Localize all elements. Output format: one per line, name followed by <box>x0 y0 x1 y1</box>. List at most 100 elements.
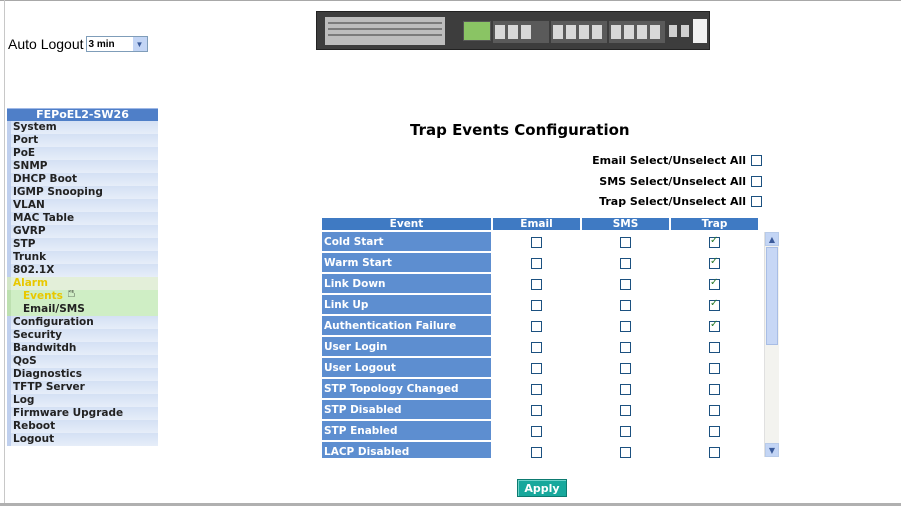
email-checkbox[interactable] <box>531 258 542 269</box>
email-select-all-checkbox[interactable] <box>751 154 762 166</box>
sidebar-item-trunk[interactable]: Trunk <box>7 251 158 264</box>
sidebar-item-mac-table[interactable]: MAC Table <box>7 212 158 225</box>
sidebar-item-reboot[interactable]: Reboot <box>7 420 158 433</box>
apply-button[interactable]: Apply <box>517 479 567 497</box>
sms-checkbox[interactable] <box>620 321 631 332</box>
auto-logout: Auto Logout 3 min ▼ <box>8 36 148 52</box>
email-checkbox[interactable] <box>531 300 542 311</box>
sidebar-item-alarm[interactable]: Alarm <box>7 277 158 290</box>
sidebar-subitem-events[interactable]: Events ☝ <box>7 290 158 303</box>
sidebar-item-gvrp[interactable]: GVRP <box>7 225 158 238</box>
sms-checkbox[interactable] <box>620 426 631 437</box>
switch-label-plate <box>325 17 445 45</box>
sms-checkbox[interactable] <box>620 279 631 290</box>
sidebar-item-tftp-server[interactable]: TFTP Server <box>7 381 158 394</box>
sidebar-item-dhcp-boot[interactable]: DHCP Boot <box>7 173 158 186</box>
event-name-cell: Link Up <box>322 295 491 314</box>
switch-port-group <box>551 21 607 43</box>
scrollbar-thumb[interactable] <box>766 247 778 345</box>
email-checkbox[interactable] <box>531 426 542 437</box>
sidebar-item-configuration[interactable]: Configuration <box>7 316 158 329</box>
trap-checkbox[interactable] <box>709 298 720 311</box>
email-cell <box>493 400 580 419</box>
sidebar-item-logout[interactable]: Logout <box>7 433 158 446</box>
table-row: STP Topology Changed <box>322 379 758 398</box>
email-checkbox[interactable] <box>531 237 542 248</box>
sidebar-item-firmware-upgrade[interactable]: Firmware Upgrade <box>7 407 158 420</box>
table-row: LACP Disabled <box>322 442 758 458</box>
switch-front-panel-image <box>316 11 710 50</box>
auto-logout-select[interactable]: 3 min ▼ <box>85 36 148 52</box>
trap-checkbox[interactable] <box>709 426 720 437</box>
trap-cell <box>671 253 758 272</box>
scroll-up-arrow-icon[interactable]: ▲ <box>765 232 779 246</box>
sidebar-item-igmp-snooping[interactable]: IGMP Snooping <box>7 186 158 199</box>
table-row: Authentication Failure <box>322 316 758 335</box>
sidebar-item-8021x[interactable]: 802.1X <box>7 264 158 277</box>
email-checkbox[interactable] <box>531 447 542 458</box>
trap-cell <box>671 421 758 440</box>
trap-checkbox[interactable] <box>709 405 720 416</box>
sms-checkbox[interactable] <box>620 258 631 269</box>
sidebar-item-security[interactable]: Security <box>7 329 158 342</box>
event-name-cell: Authentication Failure <box>322 316 491 335</box>
trap-cell <box>671 442 758 458</box>
sms-checkbox[interactable] <box>620 384 631 395</box>
trap-checkbox[interactable] <box>709 319 720 332</box>
event-name-cell: STP Enabled <box>322 421 491 440</box>
trap-checkbox[interactable] <box>709 363 720 374</box>
sms-checkbox[interactable] <box>620 342 631 353</box>
sidebar-item-port[interactable]: Port <box>7 134 158 147</box>
trap-checkbox[interactable] <box>709 447 720 458</box>
sidebar-item-stp[interactable]: STP <box>7 238 158 251</box>
email-cell <box>493 316 580 335</box>
table-row: Link Down <box>322 274 758 293</box>
sms-checkbox[interactable] <box>620 237 631 248</box>
sms-select-all-checkbox[interactable] <box>751 175 762 187</box>
sidebar-menu: FEPoEL2-SW26 System Port PoE SNMP DHCP B… <box>7 108 158 446</box>
sidebar-item-snmp[interactable]: SNMP <box>7 160 158 173</box>
event-name-cell: STP Topology Changed <box>322 379 491 398</box>
trap-cell <box>671 232 758 251</box>
chevron-down-icon[interactable]: ▼ <box>132 37 147 51</box>
sms-checkbox[interactable] <box>620 447 631 458</box>
sms-cell <box>582 316 669 335</box>
trap-select-all-checkbox[interactable] <box>751 195 762 207</box>
sidebar-item-log[interactable]: Log <box>7 394 158 407</box>
trap-checkbox[interactable] <box>709 384 720 395</box>
sms-checkbox[interactable] <box>620 300 631 311</box>
sidebar-item-vlan[interactable]: VLAN <box>7 199 158 212</box>
trap-checkbox[interactable] <box>709 256 720 269</box>
email-checkbox[interactable] <box>531 363 542 374</box>
trap-checkbox[interactable] <box>709 277 720 290</box>
email-checkbox[interactable] <box>531 321 542 332</box>
email-cell <box>493 358 580 377</box>
trap-cell <box>671 316 758 335</box>
switch-sfp-port <box>669 25 677 37</box>
trap-checkbox[interactable] <box>709 235 720 248</box>
sidebar-device-title: FEPoEL2-SW26 <box>7 108 158 121</box>
email-checkbox[interactable] <box>531 384 542 395</box>
sidebar-item-diagnostics[interactable]: Diagnostics <box>7 368 158 381</box>
sidebar-item-bandwidth[interactable]: Bandwitdh <box>7 342 158 355</box>
sms-checkbox[interactable] <box>620 405 631 416</box>
sidebar-item-system[interactable]: System <box>7 121 158 134</box>
trap-cell <box>671 358 758 377</box>
email-checkbox[interactable] <box>531 405 542 416</box>
email-cell <box>493 253 580 272</box>
trap-checkbox[interactable] <box>709 342 720 353</box>
scroll-down-arrow-icon[interactable]: ▼ <box>765 443 779 457</box>
email-checkbox[interactable] <box>531 279 542 290</box>
sidebar-subitem-email-sms[interactable]: Email/SMS <box>7 303 158 316</box>
sms-cell <box>582 295 669 314</box>
email-select-all: Email Select/Unselect All <box>592 153 762 167</box>
sms-checkbox[interactable] <box>620 363 631 374</box>
column-header-sms: SMS <box>582 218 669 230</box>
table-scrollbar[interactable]: ▲ ▼ <box>764 232 779 457</box>
event-name-cell: Cold Start <box>322 232 491 251</box>
email-checkbox[interactable] <box>531 342 542 353</box>
event-name-cell: LACP Disabled <box>322 442 491 458</box>
frame-left-border <box>4 0 5 506</box>
sidebar-item-qos[interactable]: QoS <box>7 355 158 368</box>
sidebar-item-poe[interactable]: PoE <box>7 147 158 160</box>
